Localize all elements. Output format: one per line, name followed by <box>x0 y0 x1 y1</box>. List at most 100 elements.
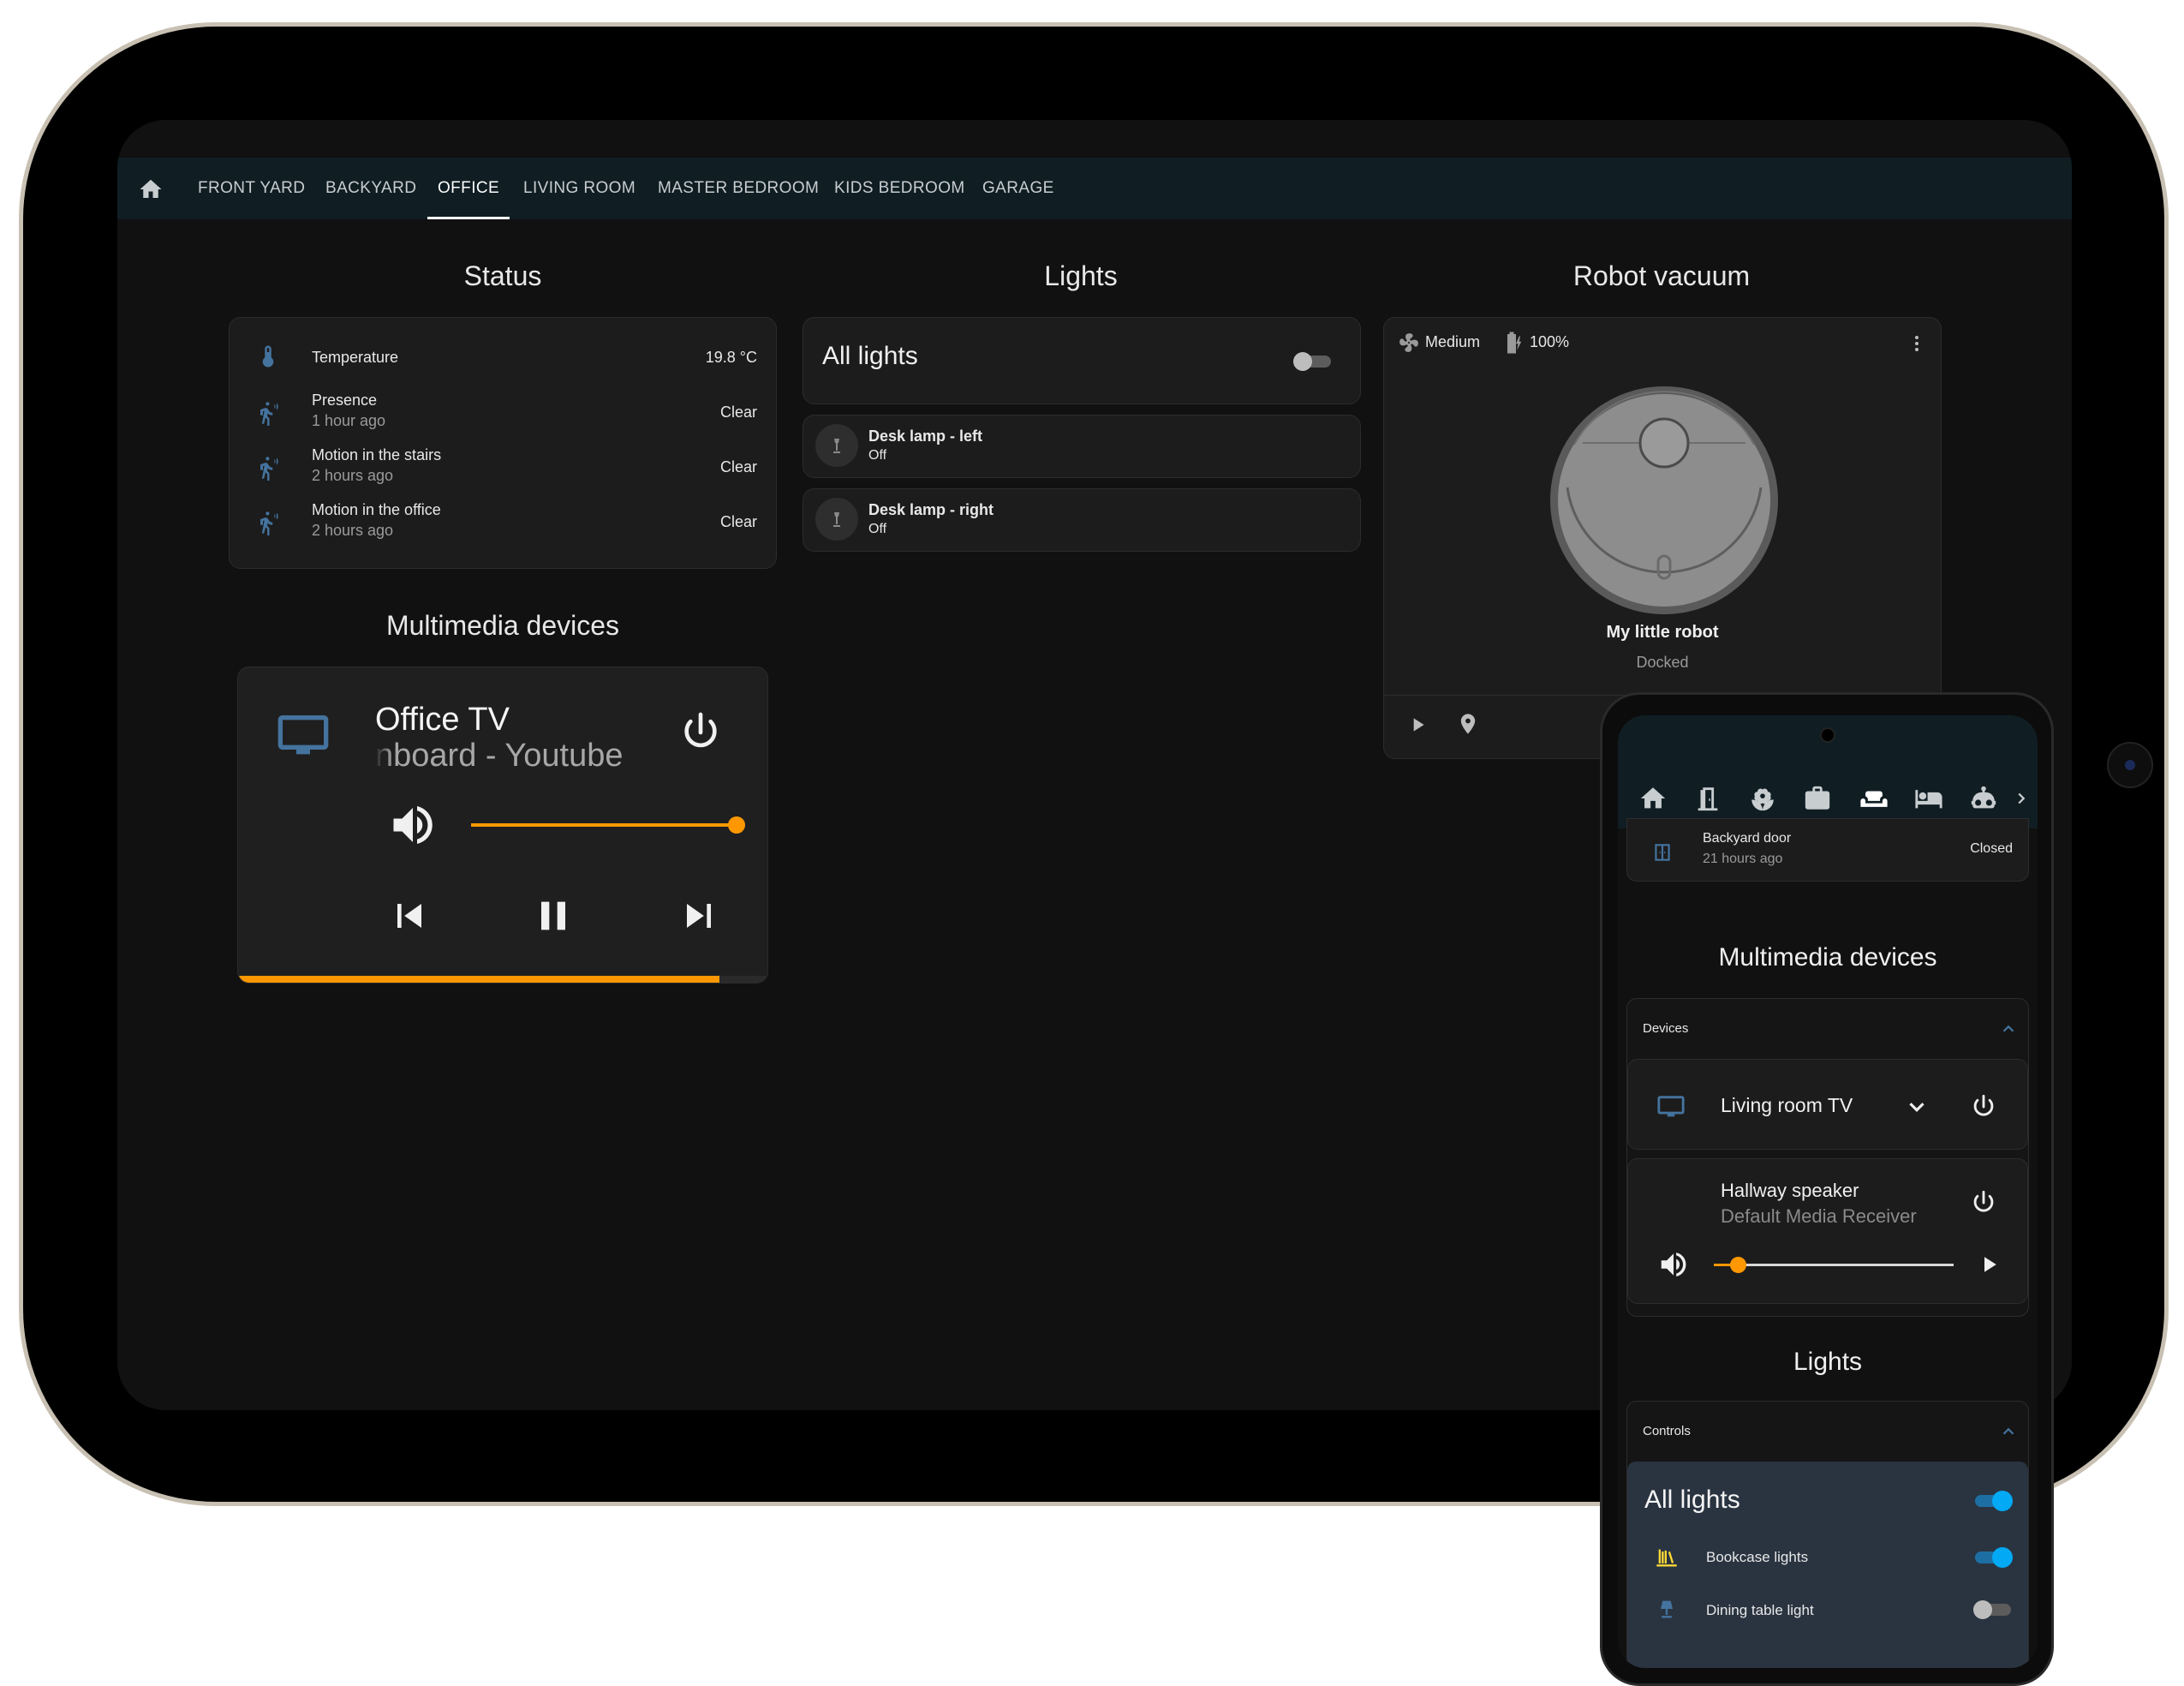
light-desk-lamp-left[interactable]: Desk lamp - left Off <box>803 415 1361 478</box>
bed-icon[interactable] <box>1914 784 1943 813</box>
living-room-tv-card: Living room TV <box>1627 1059 2028 1150</box>
all-lights-toggle[interactable] <box>1973 1491 2013 1511</box>
bookcase-lights-toggle[interactable] <box>1973 1547 2013 1568</box>
status-row-presence[interactable]: Presence 1 hour ago Clear <box>230 386 776 438</box>
light-desk-lamp-right[interactable]: Desk lamp - right Off <box>803 488 1361 552</box>
dining-table-light-toggle[interactable] <box>1973 1600 2013 1619</box>
lights-title: Lights <box>1044 260 1118 291</box>
robot-vacuum-image <box>1550 386 1778 614</box>
tab-kids-bedroom[interactable]: KIDS BEDROOM <box>834 158 965 219</box>
all-lights-label: All lights <box>1644 1486 1740 1514</box>
status-row-value: Clear <box>719 513 757 530</box>
chevron-down-icon[interactable] <box>1904 1094 1930 1120</box>
status-row-motion-stairs[interactable]: Motion in the stairs 2 hours ago Clear <box>230 441 776 493</box>
pause-icon[interactable] <box>529 892 577 940</box>
power-icon[interactable] <box>677 708 725 756</box>
robot-icon[interactable] <box>1969 784 1998 813</box>
flower-icon[interactable] <box>1748 784 1777 813</box>
play-icon[interactable] <box>1976 1252 2002 1277</box>
lights-controls-panel: All lights Bookcase lights Dining table … <box>1627 1462 2028 1668</box>
briefcase-icon[interactable] <box>1803 784 1832 813</box>
more-vertical-icon[interactable] <box>1907 333 1927 354</box>
light-name: Dining table light <box>1706 1602 1814 1618</box>
power-icon[interactable] <box>1969 1092 1998 1121</box>
row-name: Backyard door <box>1703 831 1792 846</box>
row-secondary: 21 hours ago <box>1703 852 1783 866</box>
status-row-secondary: 2 hours ago <box>312 522 394 539</box>
vacuum-battery: 100% <box>1530 333 1570 350</box>
device-source: Default Media Receiver <box>1721 1205 1917 1227</box>
status-row-value: Clear <box>719 458 757 475</box>
vacuum-fan-speed[interactable]: Medium <box>1425 333 1480 351</box>
status-row-name: Motion in the office <box>312 501 441 518</box>
all-lights-label: All lights <box>822 342 918 370</box>
media-progress-bar <box>238 976 767 983</box>
volume-high-icon[interactable] <box>387 799 439 851</box>
motion-sensor-icon <box>260 402 278 426</box>
view-tabs-bar: FRONT YARD BACKYARD OFFICE LIVING ROOM M… <box>117 158 2072 219</box>
volume-slider-handle[interactable] <box>728 816 745 834</box>
power-icon[interactable] <box>1969 1188 1998 1217</box>
all-lights-card[interactable]: All lights <box>803 317 1361 404</box>
tab-garage[interactable]: GARAGE <box>982 158 1054 219</box>
status-row-name: Presence <box>312 392 378 409</box>
status-row-motion-office[interactable]: Motion in the office 2 hours ago Clear <box>230 496 776 547</box>
map-marker-icon[interactable] <box>1456 712 1480 736</box>
tab-living-room[interactable]: LIVING ROOM <box>523 158 636 219</box>
device-name: Hallway speaker <box>1721 1180 1859 1201</box>
tab-master-bedroom[interactable]: MASTER BEDROOM <box>658 158 819 219</box>
door-icon[interactable] <box>1693 784 1722 813</box>
status-row-secondary: 2 hours ago <box>312 467 394 484</box>
multimedia-title: Multimedia devices <box>385 610 620 641</box>
thermometer-icon <box>262 345 274 368</box>
sofa-icon[interactable] <box>1859 784 1889 813</box>
media-progress-fill <box>238 976 720 983</box>
media-device-name: Office TV <box>375 702 510 738</box>
light-name: Desk lamp - left <box>868 427 983 445</box>
tab-office[interactable]: OFFICE <box>427 158 510 219</box>
home-icon[interactable] <box>138 176 164 202</box>
backyard-door-row[interactable]: Backyard door 21 hours ago Closed <box>1626 818 2029 882</box>
vacuum-name: My little robot <box>1606 623 1719 642</box>
lamp-icon[interactable] <box>815 424 858 467</box>
volume-slider[interactable] <box>1714 1257 1954 1273</box>
fan-icon <box>1399 333 1418 352</box>
volume-slider-fill <box>471 823 737 827</box>
phone-frame: Backyard door 21 hours ago Closed Multim… <box>1600 692 2054 1686</box>
all-lights-toggle[interactable] <box>1293 352 1333 371</box>
chevron-up-icon[interactable] <box>1999 1019 2018 1038</box>
chevron-up-icon[interactable] <box>1999 1422 2018 1441</box>
media-title: nboard - Youtube <box>375 738 624 774</box>
devices-header: Devices <box>1643 1021 1689 1036</box>
skip-previous-icon[interactable] <box>385 892 433 940</box>
status-row-value: 19.8 °C <box>705 349 757 366</box>
row-value: Closed <box>1970 841 2013 856</box>
tab-front-yard[interactable]: FRONT YARD <box>198 158 305 219</box>
light-state: Off <box>868 448 887 463</box>
chevron-right-icon[interactable] <box>2012 784 2031 813</box>
light-name: Bookcase lights <box>1706 1549 1809 1565</box>
skip-next-icon[interactable] <box>675 892 723 940</box>
battery-charging-icon <box>1507 332 1522 354</box>
home-icon[interactable] <box>1638 784 1668 813</box>
status-row-temperature[interactable]: Temperature 19.8 °C <box>230 330 776 381</box>
robot-vacuum-title: Robot vacuum <box>1572 260 1751 291</box>
bookshelf-icon <box>1656 1549 1677 1567</box>
phone-tabs-bar <box>1618 715 2038 828</box>
controls-expander: Controls All lights Bookcase lights Dini… <box>1626 1401 2029 1668</box>
play-icon[interactable] <box>1406 714 1429 736</box>
lights-title: Lights <box>1793 1348 1863 1376</box>
volume-slider-handle[interactable] <box>1730 1257 1746 1273</box>
light-state: Off <box>868 522 887 536</box>
status-row-value: Clear <box>719 404 757 421</box>
television-icon <box>1657 1096 1685 1117</box>
door-closed-icon <box>1655 844 1670 861</box>
front-camera <box>1820 727 1835 743</box>
lamp-icon[interactable] <box>815 498 858 541</box>
volume-slider[interactable] <box>471 816 745 834</box>
controls-header: Controls <box>1643 1424 1691 1438</box>
tab-backyard[interactable]: BACKYARD <box>325 158 416 219</box>
light-name: Desk lamp - right <box>868 501 994 518</box>
tablet-camera <box>2107 742 2153 788</box>
volume-high-icon[interactable] <box>1657 1248 1690 1281</box>
